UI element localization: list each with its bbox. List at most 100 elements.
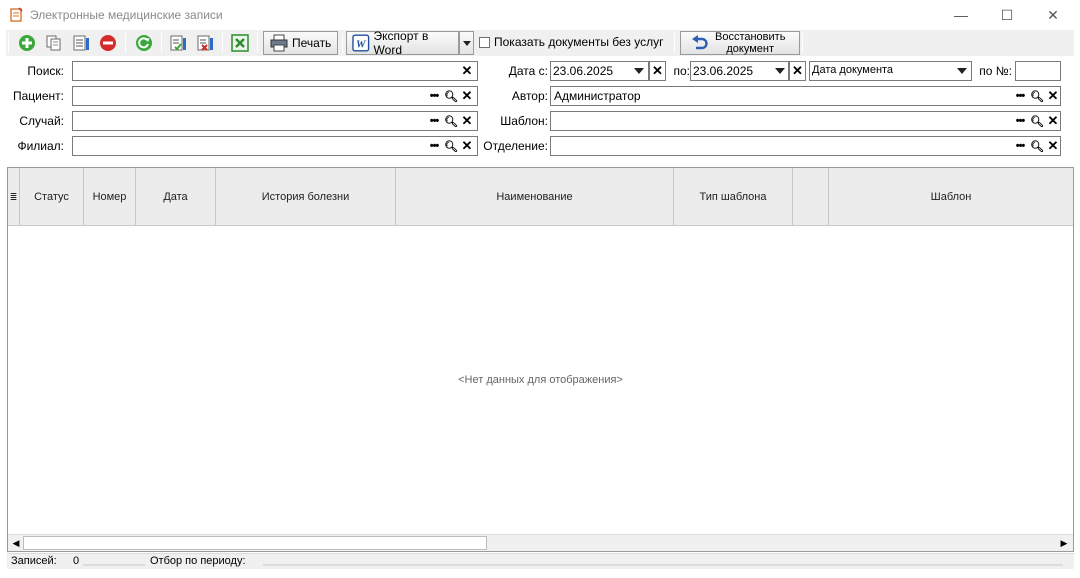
column-header-date[interactable]: Дата bbox=[136, 168, 216, 226]
toolbar-separator bbox=[161, 33, 162, 53]
empty-grid-message: <Нет данных для отображения> bbox=[458, 374, 623, 386]
chevron-down-icon bbox=[462, 40, 471, 46]
template-browse-icon[interactable]: ••• bbox=[1013, 113, 1027, 129]
department-label: Отделение: bbox=[483, 139, 548, 153]
patient-browse-icon[interactable]: ••• bbox=[427, 88, 441, 104]
add-icon[interactable] bbox=[18, 34, 36, 52]
scrollbar-thumb[interactable] bbox=[23, 536, 487, 550]
column-header-number[interactable]: Номер bbox=[84, 168, 136, 226]
date-to-label: по: bbox=[673, 64, 690, 78]
document-icon[interactable] bbox=[72, 34, 90, 52]
records-label: Записей: bbox=[11, 555, 57, 567]
template-search-icon[interactable]: 🔍︎ bbox=[1030, 113, 1044, 129]
date-to-clear-button[interactable]: ✕ bbox=[789, 61, 806, 81]
horizontal-scrollbar[interactable]: ◀ ▶ bbox=[8, 534, 1073, 551]
search-input[interactable] bbox=[72, 61, 478, 81]
records-count: 0 bbox=[73, 555, 80, 567]
date-from-dropdown-icon[interactable] bbox=[634, 68, 644, 74]
branch-browse-icon[interactable]: ••• bbox=[427, 138, 441, 154]
date-from-clear-button[interactable]: ✕ bbox=[649, 61, 666, 81]
restore-document-button[interactable]: Восстановить документ bbox=[680, 31, 800, 55]
close-icon: ✕ bbox=[1047, 6, 1059, 23]
branch-field[interactable] bbox=[72, 136, 478, 156]
export-options-dropdown[interactable] bbox=[459, 31, 474, 55]
print-button-label: Печать bbox=[292, 36, 332, 50]
show-without-services-checkbox[interactable] bbox=[479, 37, 490, 48]
date-from-label: Дата с: bbox=[508, 64, 548, 78]
restore-label-line1: Восстановить bbox=[715, 31, 786, 43]
status-divider bbox=[83, 564, 145, 566]
copy-icon[interactable] bbox=[45, 34, 63, 52]
sign-document-icon[interactable] bbox=[169, 34, 187, 52]
export-word-button[interactable]: W Экспорт в Word bbox=[346, 29, 459, 57]
toolbar-separator bbox=[8, 33, 9, 53]
toolbar-separator bbox=[802, 33, 803, 53]
toolbar-separator bbox=[342, 33, 343, 53]
grid-header: ≣ Статус Номер Дата История болезни Наим… bbox=[8, 168, 1073, 226]
column-header-status[interactable]: Статус bbox=[20, 168, 84, 226]
number-label: по №: bbox=[979, 64, 1012, 78]
print-button[interactable]: Печать bbox=[263, 31, 338, 55]
branch-search-icon[interactable]: 🔍︎ bbox=[444, 138, 458, 154]
author-search-icon[interactable]: 🔍︎ bbox=[1030, 88, 1044, 104]
author-field[interactable]: Администратор bbox=[550, 86, 1061, 106]
date-type-value: Дата документа bbox=[812, 64, 894, 76]
period-label: Отбор по периоду: bbox=[150, 555, 246, 567]
export-word-label: Экспорт в Word bbox=[373, 29, 429, 57]
case-search-icon[interactable]: 🔍︎ bbox=[444, 113, 458, 129]
department-clear-icon[interactable]: ✕ bbox=[1046, 138, 1060, 154]
column-header-template[interactable]: Шаблон bbox=[829, 168, 1073, 226]
column-header-name[interactable]: Наименование bbox=[396, 168, 674, 226]
search-label: Поиск: bbox=[27, 64, 64, 78]
toolbar: Печать W Экспорт в Word Показать докумен… bbox=[6, 29, 1074, 57]
author-clear-icon[interactable]: ✕ bbox=[1046, 88, 1060, 104]
number-input[interactable] bbox=[1015, 61, 1061, 81]
patient-field[interactable] bbox=[72, 86, 478, 106]
printer-icon bbox=[270, 34, 288, 52]
department-search-icon[interactable]: 🔍︎ bbox=[1030, 138, 1044, 154]
refresh-icon[interactable] bbox=[135, 34, 153, 52]
maximize-icon: ☐ bbox=[1000, 6, 1014, 23]
case-field[interactable] bbox=[72, 111, 478, 131]
author-label: Автор: bbox=[511, 89, 548, 103]
date-to-value: 23.06.2025 bbox=[693, 64, 754, 78]
patient-label: Пациент: bbox=[12, 89, 64, 103]
search-clear-icon[interactable]: ✕ bbox=[460, 63, 474, 79]
date-to-dropdown-icon[interactable] bbox=[775, 68, 785, 74]
column-header-history[interactable]: История болезни bbox=[216, 168, 396, 226]
department-browse-icon[interactable]: ••• bbox=[1013, 138, 1027, 154]
unsign-document-icon[interactable] bbox=[196, 34, 214, 52]
column-header-blank[interactable] bbox=[793, 168, 829, 226]
template-clear-icon[interactable]: ✕ bbox=[1046, 113, 1060, 129]
minimize-button[interactable]: — bbox=[938, 0, 984, 30]
window-title: Электронные медицинские записи bbox=[30, 8, 223, 22]
scroll-left-icon[interactable]: ◀ bbox=[9, 536, 23, 550]
branch-clear-icon[interactable]: ✕ bbox=[460, 138, 474, 154]
maximize-button[interactable]: ☐ bbox=[984, 0, 1030, 30]
patient-search-icon[interactable]: 🔍︎ bbox=[444, 88, 458, 104]
show-without-services-label[interactable]: Показать документы без услуг bbox=[494, 35, 664, 49]
notepad-icon bbox=[10, 7, 23, 22]
date-type-select[interactable]: Дата документа bbox=[809, 61, 972, 81]
restore-label-line2: документ bbox=[726, 43, 775, 55]
case-clear-icon[interactable]: ✕ bbox=[460, 113, 474, 129]
date-type-dropdown-icon[interactable] bbox=[957, 68, 967, 74]
svg-text:W: W bbox=[356, 38, 367, 50]
word-icon: W bbox=[352, 34, 370, 52]
column-header-template-type[interactable]: Тип шаблона bbox=[674, 168, 793, 226]
author-browse-icon[interactable]: ••• bbox=[1013, 88, 1027, 104]
delete-icon[interactable] bbox=[99, 34, 117, 52]
toolbar-separator bbox=[125, 33, 126, 53]
close-window-button[interactable]: ✕ bbox=[1030, 0, 1076, 30]
scroll-right-icon[interactable]: ▶ bbox=[1057, 536, 1071, 550]
column-chooser-icon[interactable]: ≣ bbox=[8, 168, 20, 226]
title-bar: Электронные медицинские записи — ☐ ✕ bbox=[0, 0, 1080, 30]
branch-label: Филиал: bbox=[17, 139, 64, 153]
excel-icon[interactable] bbox=[231, 34, 249, 52]
template-field[interactable] bbox=[550, 111, 1061, 131]
status-divider bbox=[263, 564, 1063, 566]
records-grid[interactable]: ≣ Статус Номер Дата История болезни Наим… bbox=[7, 167, 1074, 552]
patient-clear-icon[interactable]: ✕ bbox=[460, 88, 474, 104]
case-browse-icon[interactable]: ••• bbox=[427, 113, 441, 129]
department-field[interactable] bbox=[550, 136, 1061, 156]
